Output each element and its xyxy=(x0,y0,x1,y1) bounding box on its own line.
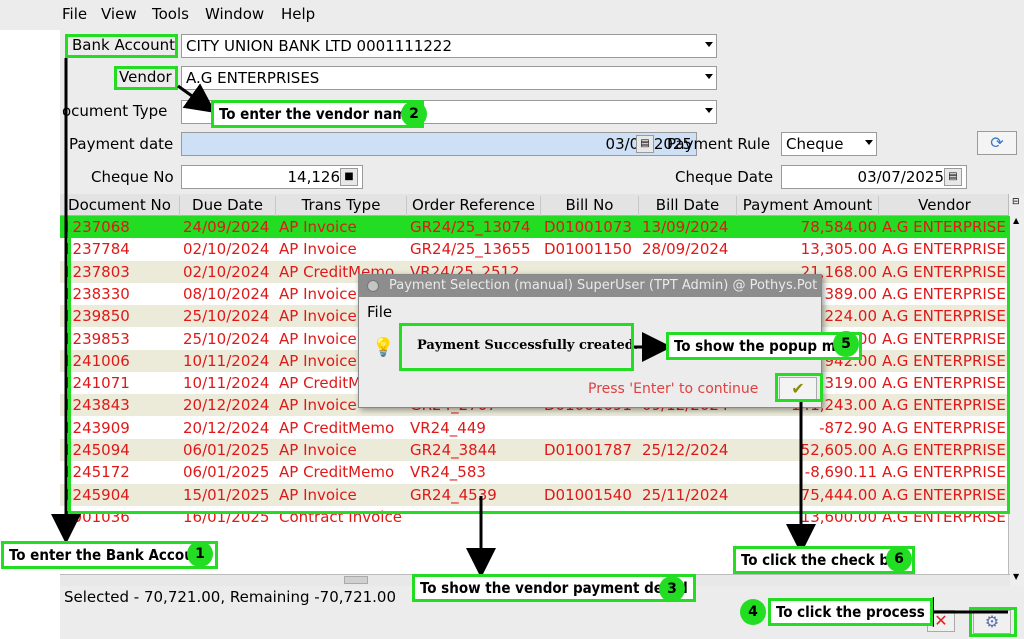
callout-payment-detail: To show the vendor payment detail xyxy=(412,574,696,602)
step-number-5: 5 xyxy=(833,331,859,357)
callout-bank-account: To enter the Bank Account xyxy=(1,541,218,569)
step-number-1: 1 xyxy=(187,541,213,567)
step-number-4: 4 xyxy=(740,599,766,625)
callout-vendor: To enter the vendor name xyxy=(211,100,424,128)
step-number-6: 6 xyxy=(886,546,912,572)
step-number-3: 3 xyxy=(659,576,685,602)
callout-process: To click the process xyxy=(768,598,933,626)
step-number-2: 2 xyxy=(401,101,427,127)
